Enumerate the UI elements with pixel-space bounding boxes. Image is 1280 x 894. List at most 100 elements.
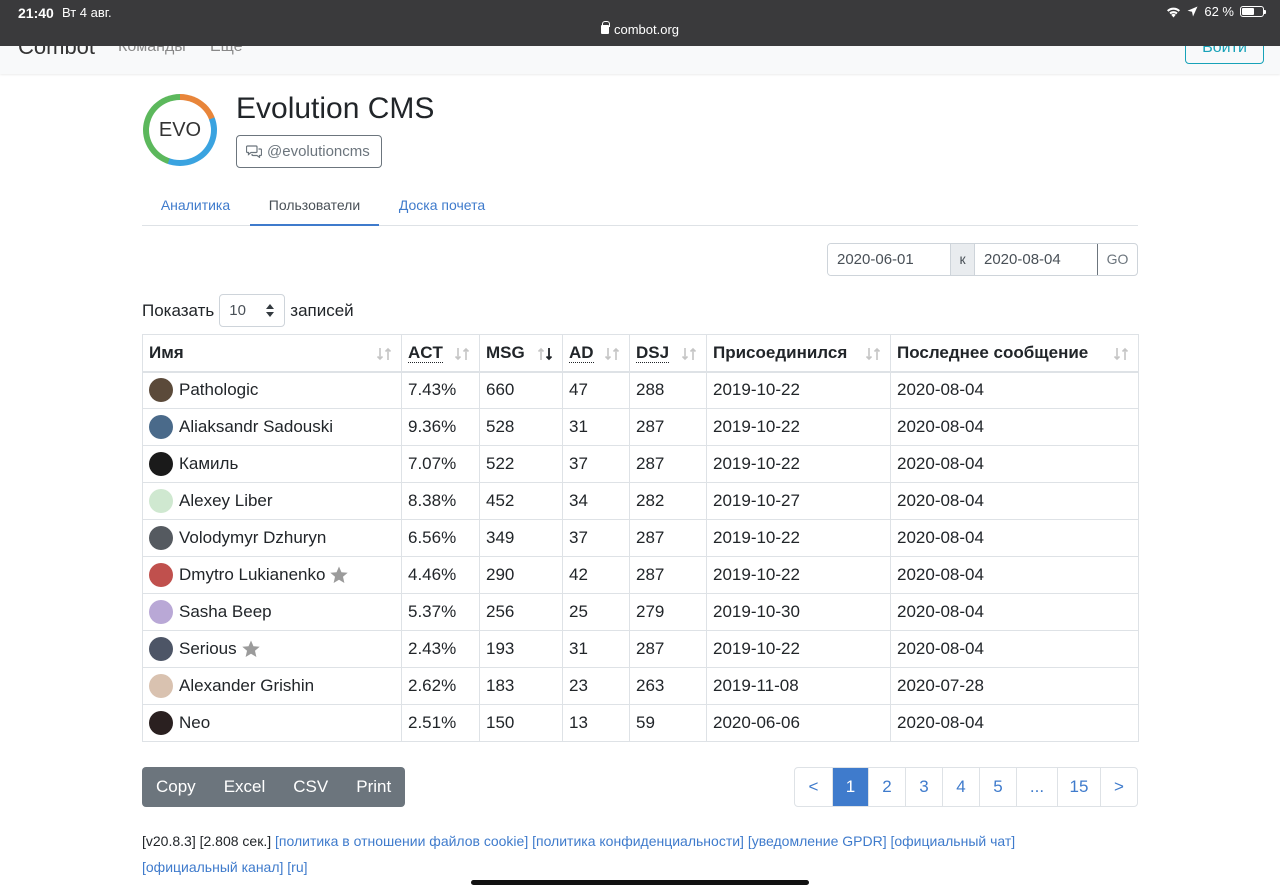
footer-link-channel[interactable]: [официальный канал] <box>142 859 283 875</box>
export-buttons: Copy Excel CSV Print <box>142 767 406 807</box>
page-next-button[interactable]: > <box>1100 768 1137 806</box>
page-4[interactable]: 4 <box>942 768 979 806</box>
cell-dsj: 287 <box>629 445 707 483</box>
select-arrows-icon <box>266 304 275 317</box>
status-bar: 21:40 Вт 4 авг. combot.org 62 % <box>0 0 1280 46</box>
sort-both-icon <box>865 347 881 361</box>
battery-percent: 62 % <box>1204 4 1234 19</box>
user-name[interactable]: Alexey Liber <box>179 491 273 511</box>
cell-msg: 256 <box>479 593 563 631</box>
user-name[interactable]: Sasha Beep <box>179 602 272 622</box>
cell-dsj: 282 <box>629 482 707 520</box>
cell-last-message: 2020-08-04 <box>890 408 1139 446</box>
cell-ad: 34 <box>562 482 630 520</box>
cell-name: Dmytro Lukianenko <box>142 556 402 594</box>
address-bar[interactable]: combot.org <box>0 21 1280 37</box>
cell-msg: 193 <box>479 630 563 668</box>
cell-act: 7.07% <box>401 445 480 483</box>
cell-msg: 349 <box>479 519 563 557</box>
cell-act: 4.46% <box>401 556 480 594</box>
user-name[interactable]: Dmytro Lukianenko <box>179 565 325 585</box>
page-1[interactable]: 1 <box>832 768 868 806</box>
cell-msg: 522 <box>479 445 563 483</box>
tab-hall-of-fame[interactable]: Доска почета <box>380 187 504 226</box>
page-15[interactable]: 15 <box>1057 768 1100 806</box>
col-name[interactable]: Имя <box>142 334 402 373</box>
table-row: Sasha Beep 5.37% 256 25 279 2019-10-30 2020-08… <box>142 593 1139 631</box>
cell-joined: 2019-10-22 <box>706 445 891 483</box>
user-name[interactable]: Alexander Grishin <box>179 676 314 696</box>
cell-last-message: 2020-08-04 <box>890 482 1139 520</box>
page-3[interactable]: 3 <box>905 768 942 806</box>
cell-joined: 2019-10-30 <box>706 593 891 631</box>
footer-version: [v20.8.3] <box>142 833 196 849</box>
excel-button[interactable]: Excel <box>210 767 280 807</box>
page-2[interactable]: 2 <box>868 768 905 806</box>
avatar <box>149 415 173 439</box>
csv-button[interactable]: CSV <box>279 767 342 807</box>
cell-act: 9.36% <box>401 408 480 446</box>
user-name[interactable]: Pathologic <box>179 380 258 400</box>
battery-icon <box>1240 6 1266 17</box>
avatar <box>149 526 173 550</box>
nav-commands[interactable]: Команды <box>118 46 186 56</box>
user-name[interactable]: Камиль <box>179 454 238 474</box>
table-row: Alexander Grishin 2.62% 183 23 263 2019-11-08… <box>142 667 1139 705</box>
pagination: <1 2 3 4 5... 15 > <box>794 767 1138 807</box>
table-row: Alexey Liber 8.38% 452 34 282 2019-10-27 2020-… <box>142 482 1139 520</box>
col-ad[interactable]: AD <box>562 334 630 373</box>
cell-dsj: 287 <box>629 630 707 668</box>
cell-joined: 2019-11-08 <box>706 667 891 705</box>
cell-msg: 150 <box>479 704 563 742</box>
col-last-message[interactable]: Последнее сообщение <box>890 334 1139 373</box>
tabs-nav: Аналитика Пользователи Доска почета <box>142 187 1138 226</box>
page-length-value: 10 <box>229 302 246 319</box>
date-to-input[interactable]: 2020-08-04 <box>975 244 1097 275</box>
user-name[interactable]: Serious <box>179 639 237 659</box>
page-prev-button[interactable]: < <box>795 768 832 806</box>
home-indicator[interactable] <box>471 880 809 885</box>
col-dsj[interactable]: DSJ <box>629 334 707 373</box>
cell-joined: 2019-10-22 <box>706 519 891 557</box>
page-length-select[interactable]: 10 <box>219 294 286 327</box>
cell-name: Alexander Grishin <box>142 667 402 705</box>
tab-analytics[interactable]: Аналитика <box>142 187 249 226</box>
print-button[interactable]: Print <box>342 767 405 807</box>
tab-users[interactable]: Пользователи <box>250 187 379 226</box>
page-5[interactable]: 5 <box>979 768 1016 806</box>
brand-logo[interactable]: Combot <box>18 46 95 60</box>
footer-link-privacy[interactable]: [политика конфиденциальности] <box>532 833 744 849</box>
cell-last-message: 2020-08-04 <box>890 519 1139 557</box>
table-row: Камиль 7.07% 522 37 287 2019-10-22 2020-08-04 <box>142 445 1139 483</box>
page-length: Показать 10 записей <box>142 294 354 327</box>
user-name[interactable]: Volodymyr Dzhuryn <box>179 528 326 548</box>
cell-joined: 2019-10-22 <box>706 630 891 668</box>
cell-last-message: 2020-08-04 <box>890 445 1139 483</box>
cell-msg: 183 <box>479 667 563 705</box>
date-from-input[interactable]: 2020-06-01 <box>828 244 950 275</box>
cell-msg: 528 <box>479 408 563 446</box>
nav-more[interactable]: Еще <box>210 46 243 56</box>
group-handle-button[interactable]: @evolutioncms <box>236 135 382 168</box>
sort-both-icon <box>454 347 470 361</box>
go-button[interactable]: GO <box>1097 244 1137 275</box>
footer-link-lang[interactable]: [ru] <box>287 859 307 875</box>
copy-button[interactable]: Copy <box>142 767 210 807</box>
table-row: Pathologic 7.43% 660 47 288 2019-10-22 2020-08… <box>142 371 1139 409</box>
footer-link-gdpr[interactable]: [уведомление GPDR] <box>748 833 887 849</box>
user-name[interactable]: Aliaksandr Sadouski <box>179 417 333 437</box>
cell-dsj: 279 <box>629 593 707 631</box>
wifi-icon <box>1167 7 1181 17</box>
col-msg[interactable]: MSG <box>479 334 563 373</box>
footer-link-cookie[interactable]: [политика в отношении файлов cookie] <box>275 833 528 849</box>
navbar: Combot Команды Еще Войти <box>0 46 1280 74</box>
col-act[interactable]: ACT <box>401 334 480 373</box>
cell-msg: 290 <box>479 556 563 594</box>
login-button[interactable]: Войти <box>1185 46 1264 64</box>
avatar <box>149 637 173 661</box>
user-name[interactable]: Neo <box>179 713 210 733</box>
avatar <box>149 674 173 698</box>
footer-link-chat[interactable]: [официальный чат] <box>890 833 1015 849</box>
cell-act: 6.56% <box>401 519 480 557</box>
col-joined[interactable]: Присоединился <box>706 334 891 373</box>
